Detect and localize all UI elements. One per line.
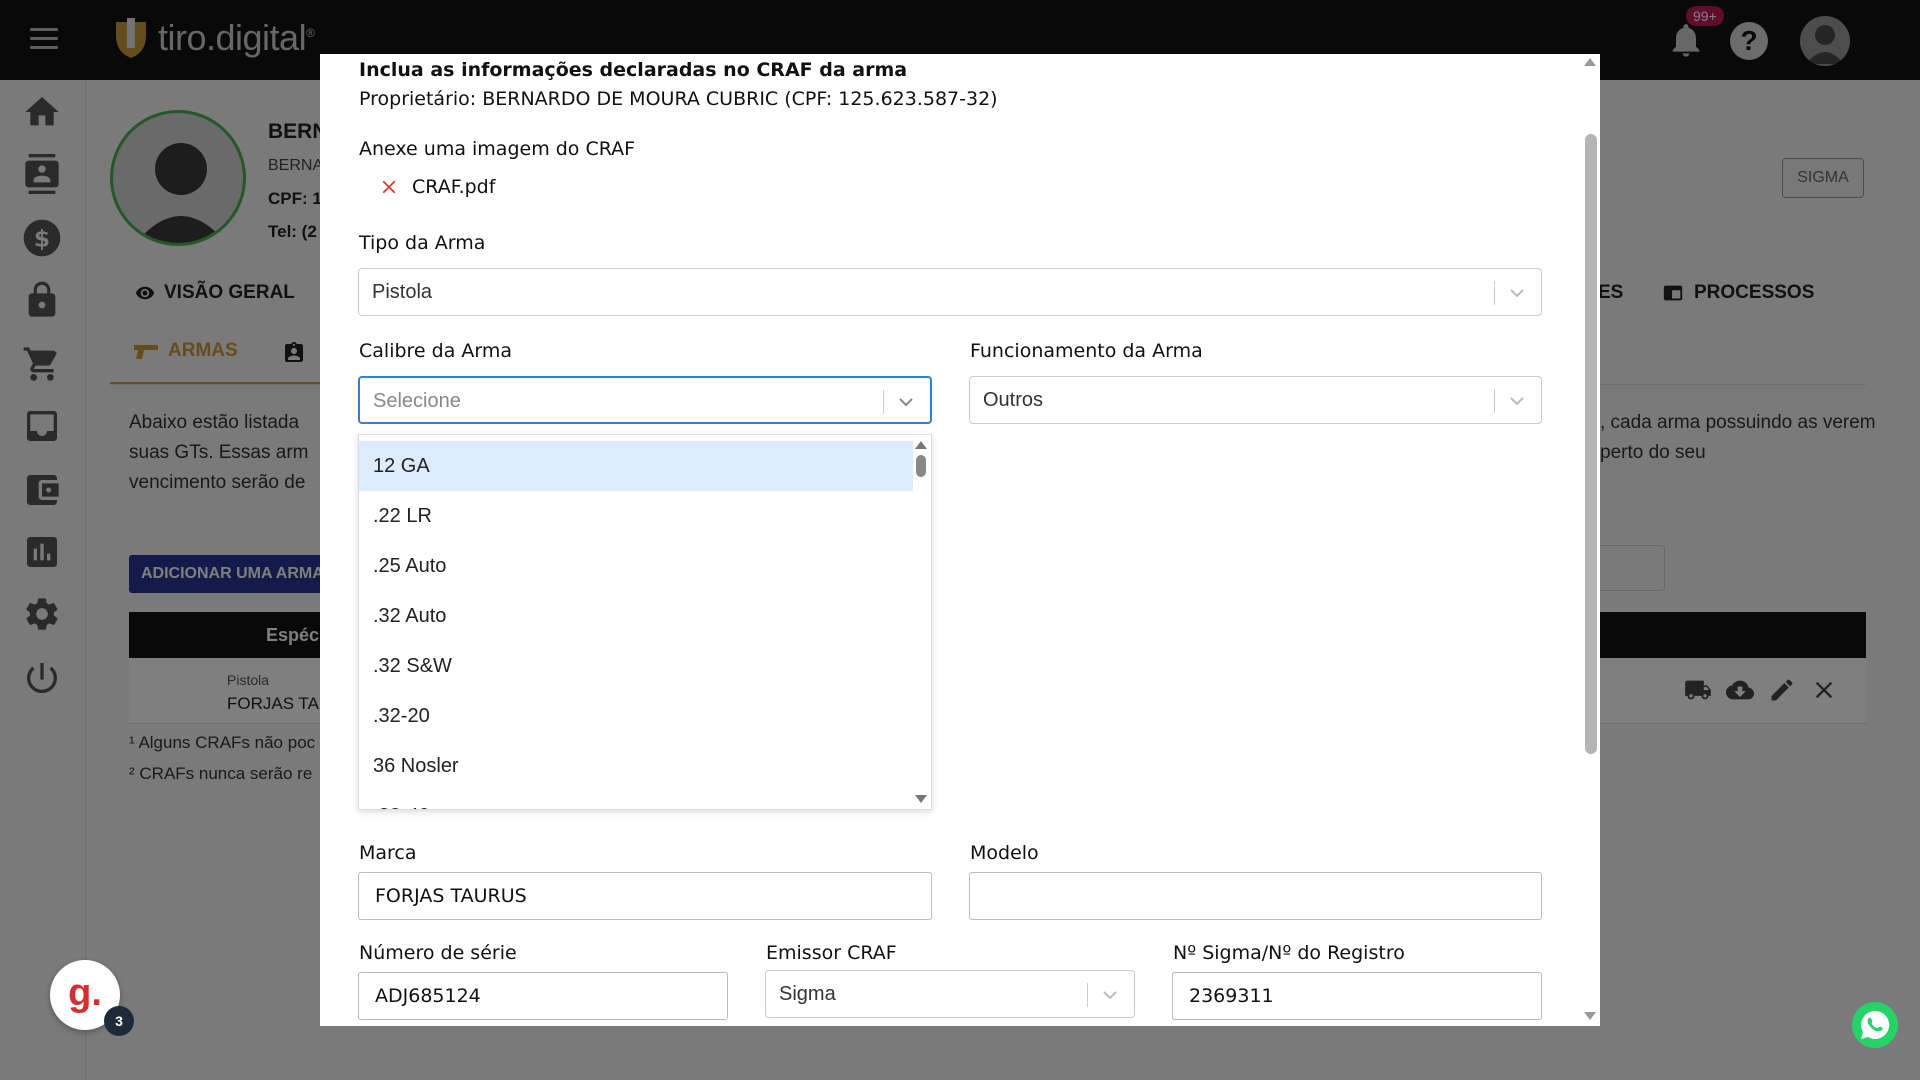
chevron-down-icon [1510,397,1524,406]
emissor-select[interactable]: Sigma [765,970,1135,1018]
whatsapp-icon[interactable] [1852,1002,1898,1048]
modal-scroll-down-arrow[interactable] [1584,1012,1596,1020]
emissor-label: Emissor CRAF [766,942,897,964]
calibre-option[interactable]: .32 S&W [359,641,913,691]
attach-label: Anexe uma imagem do CRAF [359,138,636,160]
calibre-select-placeholder: Selecione [373,390,461,412]
chevron-down-icon [1103,991,1117,1000]
calibre-option[interactable]: 36 Nosler [359,741,913,791]
attached-file: CRAF.pdf [378,176,495,198]
phone-icon [1861,1010,1890,1039]
chevron-down-icon [899,398,913,407]
modal-scroll-up-arrow[interactable] [1584,58,1596,66]
funcionamento-select[interactable]: Outros [969,376,1542,424]
calibre-option[interactable]: .22 LR [359,491,913,541]
modal-owner: Proprietário: BERNARDO DE MOURA CUBRIC (… [359,88,998,110]
select-separator [1494,389,1495,413]
select-separator [1494,281,1495,305]
modelo-label: Modelo [970,842,1039,864]
serie-label: Número de série [359,942,517,964]
dropdown-scroll-down-arrow[interactable] [915,795,927,803]
modal-heading: Inclua as informações declaradas no CRAF… [359,59,908,81]
remove-file-icon[interactable] [378,176,400,198]
calibre-option[interactable]: .32 Auto [359,591,913,641]
sigma-registro-label: Nº Sigma/Nº do Registro [1173,942,1405,964]
calibre-label: Calibre da Arma [359,340,513,362]
craf-modal: Inclua as informações declaradas no CRAF… [320,54,1600,1026]
tipo-label: Tipo da Arma [359,232,486,254]
funcionamento-label: Funcionamento da Arma [970,340,1203,362]
dropdown-scrollbar-thumb[interactable] [916,455,926,477]
modal-scrollbar-thumb[interactable] [1585,134,1597,754]
calibre-options-menu: 12 GA .22 LR .25 Auto .32 Auto .32 S&W .… [358,434,932,810]
funcionamento-select-value: Outros [983,389,1044,411]
chat-count-badge: 3 [104,1006,134,1036]
attached-file-name[interactable]: CRAF.pdf [412,176,495,198]
sigma-registro-input[interactable]: 2369311 [1172,972,1542,1020]
calibre-select[interactable]: Selecione [358,376,932,424]
marca-input[interactable]: FORJAS TAURUS [358,872,932,920]
serie-input[interactable]: ADJ685124 [358,972,728,1020]
marca-label: Marca [359,842,417,864]
emissor-select-value: Sigma [779,983,836,1005]
calibre-option[interactable]: 12 GA [359,441,913,491]
select-separator [883,390,884,414]
select-separator [1087,983,1088,1007]
calibre-option[interactable]: .38-40 [359,791,913,809]
calibre-option[interactable]: .25 Auto [359,541,913,591]
chevron-down-icon [1510,289,1524,298]
modelo-input[interactable] [969,872,1542,920]
tipo-select[interactable]: Pistola [358,268,1542,316]
calibre-option[interactable]: .32-20 [359,691,913,741]
tipo-select-value: Pistola [372,281,433,303]
dropdown-scroll-up-arrow[interactable] [915,441,927,449]
